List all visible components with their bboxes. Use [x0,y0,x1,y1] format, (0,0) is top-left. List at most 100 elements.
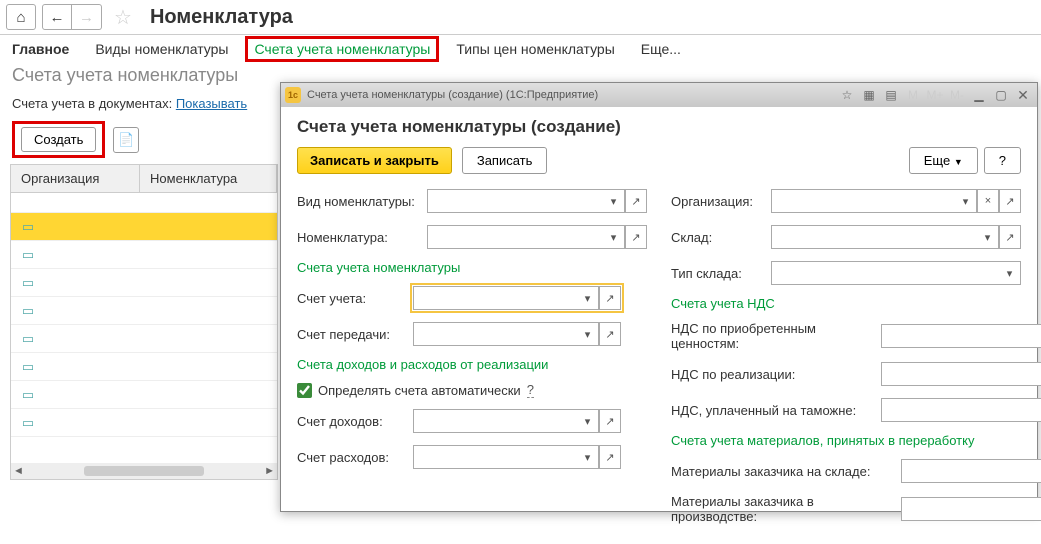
open-icon[interactable]: ↗ [599,322,621,346]
clear-icon[interactable]: × [977,189,999,213]
input-wh-type[interactable] [771,261,999,285]
scroll-right-icon[interactable]: ► [264,465,275,477]
checkbox-auto[interactable] [297,383,312,398]
tb-m1-icon[interactable]: M [903,86,923,104]
dialog-toolbar: Записать и закрыть Записать Еще ▼ ? [297,147,1021,174]
row-icon: ▭ [11,303,45,319]
minimize-icon[interactable]: ▁ [969,86,989,104]
grid-h-scrollbar[interactable]: ◄ ► [11,463,277,479]
filter-label: Счета учета в документах: [12,96,176,111]
input-vat-purchase[interactable] [881,324,1041,348]
dropdown-icon[interactable]: ▾ [577,322,599,346]
input-org[interactable] [771,189,955,213]
open-icon[interactable]: ↗ [599,286,621,310]
dropdown-icon[interactable]: ▾ [577,409,599,433]
section-vat: Счета учета НДС [671,296,1021,311]
dropdown-icon[interactable]: ▾ [577,286,599,310]
save-button[interactable]: Записать [462,147,548,174]
dropdown-icon[interactable]: ▾ [577,445,599,469]
tab-kinds[interactable]: Виды номенклатуры [95,41,228,57]
input-vat-sale[interactable] [881,362,1041,386]
grid-row[interactable]: ▭ [11,381,277,409]
grid-header: Организация Номенклатура [11,165,277,193]
dropdown-icon[interactable]: ▾ [603,225,625,249]
grid-row[interactable]: ▭ [11,353,277,381]
grid-body[interactable]: ▭ ▭ ▭ ▭ ▭ ▭ ▭ ▭ [11,193,277,463]
section-materials: Счета учета материалов, принятых в перер… [671,433,1021,448]
close-icon[interactable]: ✕ [1013,86,1033,104]
label-org: Организация: [671,194,771,209]
input-nomen[interactable] [427,225,603,249]
chevron-down-icon: ▼ [954,157,963,167]
dialog-title: Счета учета номенклатуры (создание) [297,117,1021,137]
input-mat-prod[interactable] [901,497,1041,521]
help-button[interactable]: ? [984,147,1021,174]
open-icon[interactable]: ↗ [599,445,621,469]
maximize-icon[interactable]: ▢ [991,86,1011,104]
label-auto: Определять счета автоматически [318,383,521,398]
input-mat-stock[interactable] [901,459,1041,483]
input-transfer[interactable] [413,322,577,346]
label-kind: Вид номенклатуры: [297,194,427,209]
grid-row[interactable]: ▭ [11,325,277,353]
tb-m3-icon[interactable]: M- [947,86,967,104]
row-icon: ▭ [11,359,45,375]
grid-row[interactable]: ▭ [11,297,277,325]
dropdown-icon[interactable]: ▾ [955,189,977,213]
scroll-left-icon[interactable]: ◄ [13,465,24,477]
tab-main[interactable]: Главное [12,41,69,57]
label-vat-purchase: НДС по приобретенным ценностям: [671,321,881,351]
open-icon[interactable]: ↗ [999,189,1021,213]
open-icon[interactable]: ↗ [599,409,621,433]
grid-row[interactable]: ▭ [11,269,277,297]
input-warehouse[interactable] [771,225,977,249]
tb-fav-icon[interactable]: ☆ [837,86,857,104]
tab-more[interactable]: Еще... [641,41,681,57]
tb-calendar-icon[interactable]: ▤ [881,86,901,104]
grid-row[interactable]: ▭ [11,241,277,269]
tb-m2-icon[interactable]: M+ [925,86,945,104]
favorite-star-icon[interactable]: ☆ [114,5,132,30]
label-income: Счет доходов: [297,414,413,429]
tb-calc-icon[interactable]: ▦ [859,86,879,104]
form-left-col: Вид номенклатуры: ▾ ↗ Номенклатура: ▾ ↗ [297,188,647,534]
input-kind[interactable] [427,189,603,213]
section-accounts: Счета учета номенклатуры [297,260,647,275]
copy-icon: 📄 [118,132,134,148]
scroll-thumb[interactable] [84,466,204,476]
row-icon: ▭ [11,331,45,347]
dialog-titlebar[interactable]: 1c Счета учета номенклатуры (создание) (… [281,83,1037,107]
tab-price-types[interactable]: Типы цен номенклатуры [456,41,614,57]
input-expense[interactable] [413,445,577,469]
input-income[interactable] [413,409,577,433]
home-button[interactable]: ⌂ [6,4,36,30]
save-close-button[interactable]: Записать и закрыть [297,147,452,174]
tab-accounts[interactable]: Счета учета номенклатуры [245,36,439,62]
open-icon[interactable]: ↗ [625,189,647,213]
open-icon[interactable]: ↗ [625,225,647,249]
copy-button[interactable]: 📄 [113,127,139,153]
label-warehouse: Склад: [671,230,771,245]
label-account: Счет учета: [297,291,413,306]
more-button[interactable]: Еще ▼ [909,147,978,174]
open-icon[interactable]: ↗ [999,225,1021,249]
dropdown-icon[interactable]: ▾ [977,225,999,249]
col-organization[interactable]: Организация [11,165,140,192]
input-account[interactable] [413,286,577,310]
grid-row[interactable]: ▭ [11,213,277,241]
col-nomenclature[interactable]: Номенклатура [140,165,277,192]
row-icon: ▭ [11,415,45,431]
dropdown-icon[interactable]: ▾ [603,189,625,213]
grid-row[interactable] [11,193,277,213]
page-title: Номенклатура [150,6,293,29]
create-highlight: Создать [12,121,105,158]
forward-button[interactable]: → [72,4,102,30]
input-vat-customs[interactable] [881,398,1041,422]
auto-help-link[interactable]: ? [527,382,534,398]
grid-row[interactable]: ▭ [11,409,277,437]
filter-link[interactable]: Показывать [176,96,247,111]
back-button[interactable]: ← [42,4,72,30]
create-button[interactable]: Создать [21,127,96,152]
label-wh-type: Тип склада: [671,266,771,281]
dropdown-icon[interactable]: ▾ [999,261,1021,285]
